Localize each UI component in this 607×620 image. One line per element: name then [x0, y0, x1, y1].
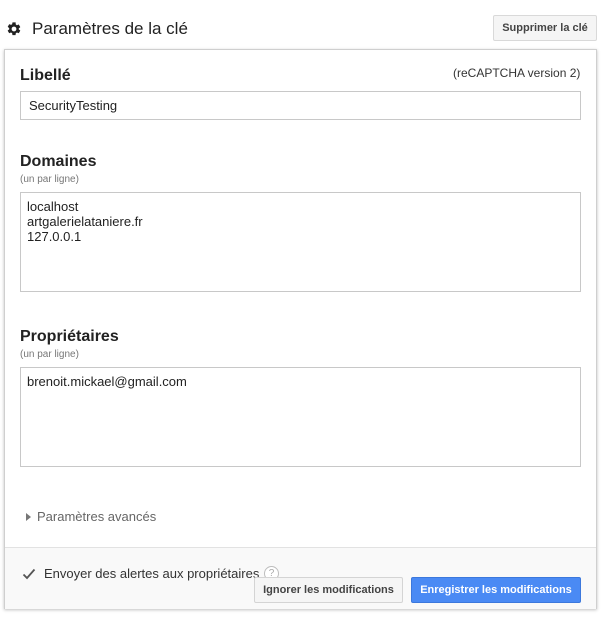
advanced-settings-label: Paramètres avancés — [37, 509, 157, 524]
label-heading: Libellé — [20, 67, 71, 84]
advanced-settings-toggle[interactable]: Paramètres avancés — [26, 509, 156, 524]
alerts-label[interactable]: Envoyer des alertes aux propriétaires — [44, 566, 259, 582]
alerts-checkbox[interactable] — [21, 566, 37, 582]
gear-icon — [6, 21, 22, 37]
page-title: Paramètres de la clé — [32, 19, 188, 38]
owners-heading: Propriétaires — [20, 328, 119, 345]
domains-heading: Domaines — [20, 153, 97, 170]
label-input[interactable] — [20, 91, 581, 120]
domains-textarea[interactable]: localhost artgalerielataniere.fr 127.0.0… — [20, 192, 581, 292]
ignore-changes-button[interactable]: Ignorer les modifications — [254, 577, 403, 603]
checkmark-icon — [22, 568, 36, 580]
save-changes-button[interactable]: Enregistrer les modifications — [411, 577, 581, 603]
owners-hint: (un par ligne) — [20, 349, 79, 360]
triangle-right-icon — [26, 512, 31, 521]
owners-textarea[interactable]: brenoit.mickael@gmail.com — [20, 367, 581, 467]
recaptcha-version: (reCAPTCHA version 2) — [453, 66, 581, 80]
domains-hint: (un par ligne) — [20, 174, 79, 185]
delete-key-button[interactable]: Supprimer la clé — [493, 15, 597, 41]
